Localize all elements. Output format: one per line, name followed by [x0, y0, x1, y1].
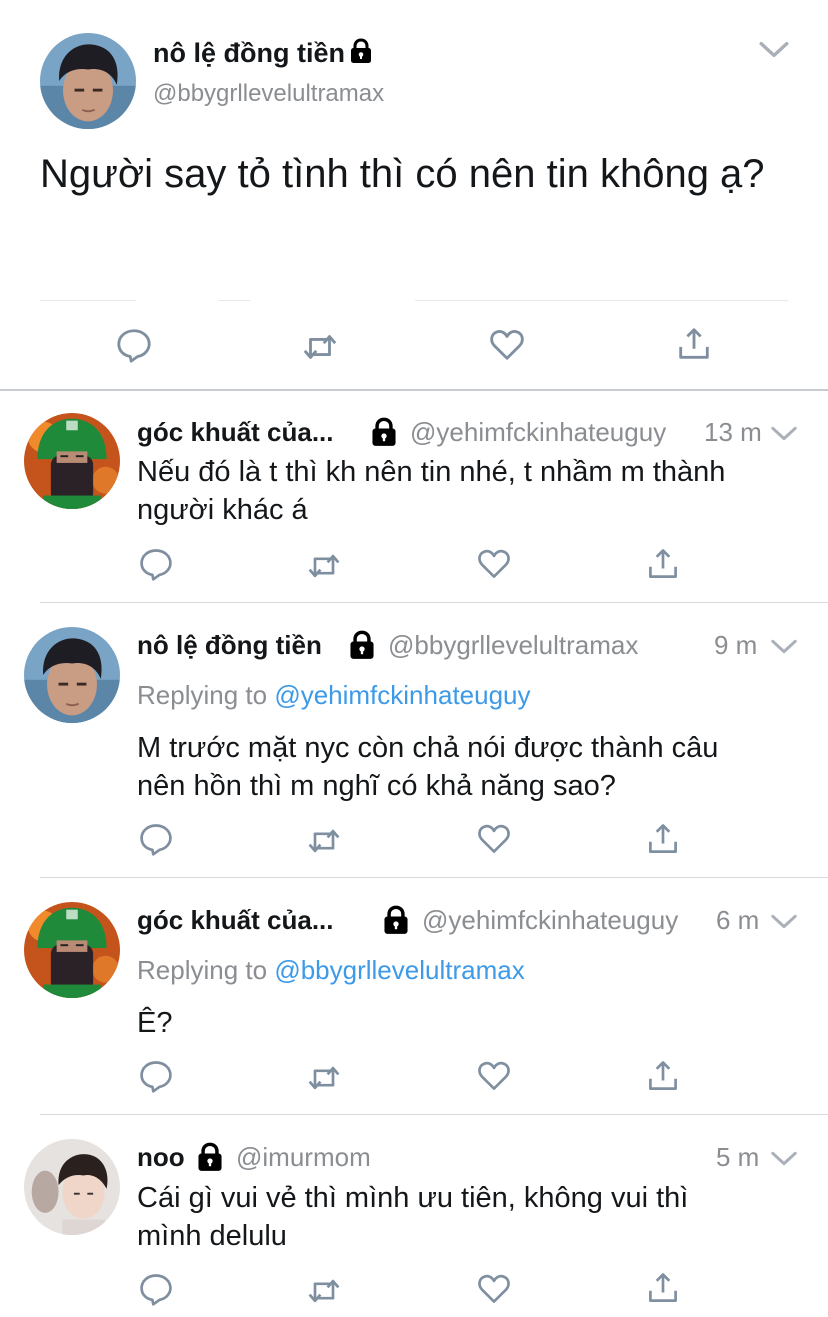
retweet-icon[interactable]: [306, 548, 342, 584]
like-icon[interactable]: [476, 821, 512, 857]
like-icon[interactable]: [476, 546, 512, 582]
lock-icon: [196, 1142, 224, 1177]
reply-text-line: người khác á: [137, 494, 308, 526]
chevron-down-icon[interactable]: [770, 911, 798, 931]
reply-tweet: noo @imurmom 5 m Cái gì vui vẻ thì mình …: [0, 1115, 828, 1317]
share-icon[interactable]: [675, 325, 713, 363]
main-avatar[interactable]: [40, 33, 136, 129]
main-divider-segment: [40, 300, 136, 301]
replying-to-line: Replying to @yehimfckinhateuguy: [137, 680, 531, 711]
reply-handle[interactable]: @bbygrllevelultramax: [388, 630, 638, 661]
reply-time: 9 m: [714, 630, 758, 660]
replying-to-label: Replying to: [137, 955, 275, 985]
retweet-icon[interactable]: [301, 328, 339, 366]
reply-tweet: góc khuất của... @yehimfckinhateuguy 6 m…: [0, 878, 828, 1114]
reply-author-name[interactable]: góc khuất của...: [137, 417, 334, 448]
retweet-icon[interactable]: [306, 1273, 342, 1309]
reply-handle[interactable]: @yehimfckinhateuguy: [410, 417, 666, 448]
chevron-down-icon[interactable]: [758, 38, 790, 60]
reply-avatar[interactable]: [24, 627, 120, 723]
reply-icon[interactable]: [138, 1271, 174, 1307]
replying-to-line: Replying to @bbygrllevelultramax: [137, 955, 525, 986]
reply-author-name[interactable]: góc khuất của...: [137, 905, 334, 936]
replying-to-label: Replying to: [137, 680, 275, 710]
replying-to-link[interactable]: @yehimfckinhateuguy: [274, 680, 530, 710]
reply-time: 6 m: [716, 905, 760, 935]
main-tweet: nô lệ đồng tiền @bbygrllevelultramax Ngư…: [0, 0, 828, 390]
reply-avatar[interactable]: [24, 902, 120, 998]
share-icon[interactable]: [645, 546, 681, 582]
lock-icon: [382, 905, 410, 940]
reply-text-line: Nếu đó là t thì kh nên tin nhé, t nhầm m…: [137, 456, 726, 488]
like-icon[interactable]: [488, 326, 526, 364]
chevron-down-icon[interactable]: [770, 1148, 798, 1168]
main-divider-segment: [218, 300, 250, 301]
retweet-icon[interactable]: [306, 823, 342, 859]
main-divider-segment: [415, 300, 788, 301]
replying-to-link[interactable]: @bbygrllevelultramax: [274, 955, 524, 985]
reply-tweet: nô lệ đồng tiền @bbygrllevelultramax 9 m…: [0, 603, 828, 878]
reply-handle[interactable]: @imurmom: [236, 1142, 371, 1173]
lock-icon: [349, 38, 373, 71]
reply-text-line: Ê?: [137, 1007, 173, 1039]
share-icon[interactable]: [645, 1270, 681, 1306]
main-author-name-row: nô lệ đồng tiền: [153, 38, 373, 71]
reply-author-name[interactable]: noo: [137, 1142, 185, 1173]
reply-time: 5 m: [716, 1142, 760, 1172]
like-icon[interactable]: [476, 1271, 512, 1307]
reply-text-line: nên hồn thì m nghĩ có khả năng sao?: [137, 770, 616, 802]
main-handle[interactable]: @bbygrllevelultramax: [153, 80, 384, 108]
main-author-name[interactable]: nô lệ đồng tiền: [153, 38, 345, 68]
reply-tweet: góc khuất của... @yehimfckinhateuguy 13 …: [0, 391, 828, 603]
share-icon[interactable]: [645, 1058, 681, 1094]
reply-time: 13 m: [704, 417, 762, 447]
reply-icon[interactable]: [115, 326, 153, 364]
lock-icon: [348, 630, 376, 665]
like-icon[interactable]: [476, 1058, 512, 1094]
reply-text-line: M trước mặt nyc còn chả nói được thành c…: [137, 732, 719, 764]
reply-text-line: Cái gì vui vẻ thì mình ưu tiên, không vu…: [137, 1182, 689, 1214]
retweet-icon[interactable]: [306, 1060, 342, 1096]
reply-text-line: mình delulu: [137, 1220, 287, 1252]
reply-avatar[interactable]: [24, 413, 120, 509]
share-icon[interactable]: [645, 821, 681, 857]
reply-icon[interactable]: [138, 821, 174, 857]
chevron-down-icon[interactable]: [770, 636, 798, 656]
reply-author-name[interactable]: nô lệ đồng tiền: [137, 630, 322, 661]
lock-icon: [370, 417, 398, 452]
reply-avatar[interactable]: [24, 1139, 120, 1235]
reply-icon[interactable]: [138, 546, 174, 582]
main-tweet-text: Người say tỏ tình thì có nên tin không ạ…: [40, 152, 765, 196]
chevron-down-icon[interactable]: [770, 423, 798, 443]
reply-icon[interactable]: [138, 1058, 174, 1094]
reply-handle[interactable]: @yehimfckinhateuguy: [422, 905, 678, 936]
